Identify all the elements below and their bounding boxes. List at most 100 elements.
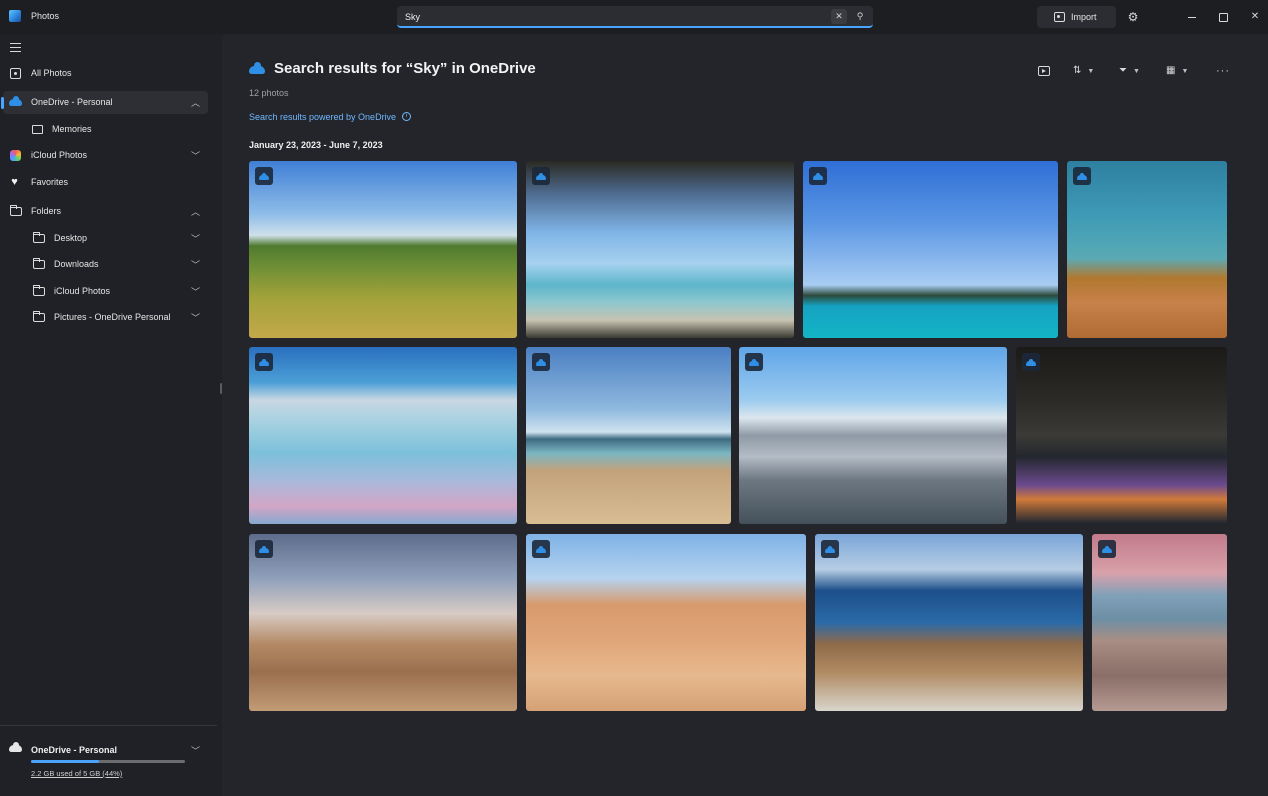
minimize-button[interactable] [1183,8,1201,26]
sidebar-item-desktop[interactable]: Desktop ﹀ [3,227,208,250]
chevron-up-icon[interactable]: ︿ [191,205,200,218]
memories-icon [32,125,43,134]
sidebar-item-memories[interactable]: Memories [3,118,208,141]
sidebar-item-label: iCloud Photos [54,286,111,296]
photo-thumbnail[interactable] [1067,161,1227,338]
photo-thumbnail[interactable] [249,534,517,711]
sidebar-item-onedrive-personal[interactable]: OneDrive - Personal ︿ [1,91,208,114]
sidebar-item-label: Folders [31,206,62,216]
photo-count: 12 photos [249,88,289,98]
photos-logo-icon [9,10,21,22]
sidebar-divider [0,725,217,726]
search-input[interactable] [405,9,805,24]
onedrive-badge-icon [255,167,273,185]
sidebar-item-label: Desktop [54,233,88,243]
sidebar-item-favorites[interactable]: ♥ Favorites [3,171,208,194]
close-icon[interactable]: ✕ [831,9,847,24]
app-title: Photos [31,11,60,21]
chevron-down-icon: ▼ [1087,68,1095,75]
close-window-button[interactable]: ✕ [1246,8,1264,26]
onedrive-badge-icon [532,167,550,185]
onedrive-badge-icon [255,540,273,558]
info-icon[interactable]: i [402,112,411,121]
photo-thumbnail[interactable] [815,534,1083,711]
slideshow-icon[interactable] [1038,66,1050,76]
sidebar-item-pictures-onedrive[interactable]: Pictures - OneDrive Personal ﹀ [3,306,208,329]
photo-thumbnail[interactable] [739,347,1007,524]
storage-account-title[interactable]: OneDrive - Personal [31,745,117,755]
sidebar-item-downloads[interactable]: Downloads ﹀ [3,253,208,276]
sidebar-item-icloud-photos-folder[interactable]: iCloud Photos ﹀ [3,280,208,303]
sidebar-item-folders[interactable]: Folders ︿ [3,200,208,223]
cloud-icon [9,742,22,752]
onedrive-badge-icon [532,540,550,558]
sidebar: All Photos OneDrive - Personal ︿ Memorie… [0,34,217,796]
sidebar-item-label: iCloud Photos [31,150,88,160]
folder-icon [33,258,45,269]
heart-icon: ♥ [11,176,18,188]
folder-icon [10,205,22,216]
sort-icon: ⇅ [1073,65,1082,76]
search-icon[interactable]: ⚲ [852,9,868,24]
onedrive-badge-icon [745,353,763,371]
storage-usage-link[interactable]: 2.2 GB used of 5 GB (44%) [31,769,122,778]
storage-progress-fill [31,760,99,763]
chevron-down-icon[interactable]: ﹀ [191,285,200,298]
import-icon [1054,12,1065,22]
sidebar-item-all-photos[interactable]: All Photos [3,62,208,85]
sidebar-item-label: All Photos [31,68,72,78]
sidebar-item-label: Pictures - OneDrive Personal [54,312,171,322]
folder-icon [33,311,45,322]
hamburger-icon[interactable] [10,43,21,52]
date-range-heading: January 23, 2023 - June 7, 2023 [249,140,383,150]
sidebar-item-label: OneDrive - Personal [31,97,113,107]
sidebar-item-icloud-photos[interactable]: iCloud Photos ﹀ [3,144,208,167]
chevron-down-icon[interactable]: ﹀ [191,149,200,162]
chevron-down-icon[interactable]: ﹀ [191,311,200,324]
chevron-up-icon[interactable]: ︿ [191,96,200,109]
maximize-button[interactable] [1214,8,1232,26]
onedrive-cloud-icon [249,62,265,74]
filter-icon: ⏷ [1119,65,1127,76]
onedrive-badge-icon [821,540,839,558]
chevron-down-icon[interactable]: ﹀ [191,258,200,271]
photo-thumbnail[interactable] [803,161,1058,338]
photo-thumbnail[interactable] [249,347,517,524]
photos-app: Photos ✕ ⚲ Import ⚙ ✕ All Photos OneDriv… [0,0,1268,796]
powered-by-link[interactable]: Search results powered by OneDrive [249,112,396,122]
photo-thumbnail[interactable] [526,161,794,338]
onedrive-badge-icon [1073,167,1091,185]
sidebar-item-label: Favorites [31,177,69,187]
onedrive-badge-icon [532,353,550,371]
onedrive-badge-icon [809,167,827,185]
photos-icon [10,68,21,79]
chevron-down-icon[interactable]: ﹀ [191,232,200,245]
photo-thumbnail[interactable] [1016,347,1227,524]
gear-icon[interactable]: ⚙ [1124,8,1142,26]
folder-icon [33,232,45,243]
import-label: Import [1071,12,1097,22]
chevron-down-icon[interactable]: ﹀ [191,744,200,757]
chevron-down-icon: ▼ [1133,68,1140,75]
photo-thumbnail[interactable] [1092,534,1227,711]
onedrive-badge-icon [255,353,273,371]
sidebar-item-label: Downloads [54,259,99,269]
import-button[interactable]: Import [1037,6,1116,28]
main-content: Search results for “Sky” in OneDrive 12 … [222,34,1268,796]
search-box[interactable]: ✕ ⚲ [397,6,873,28]
page-title: Search results for “Sky” in OneDrive [274,60,536,77]
sort-button[interactable]: ⇅ ▼ [1073,62,1094,80]
folder-icon [33,285,45,296]
filter-button[interactable]: ⏷ ▼ [1119,62,1140,80]
chevron-down-icon: ▼ [1181,68,1189,75]
photo-thumbnail[interactable] [526,534,806,711]
onedrive-badge-icon [1022,353,1040,371]
view-options-icon: ▦ [1166,65,1176,76]
photo-thumbnail[interactable] [249,161,517,338]
more-icon[interactable]: ··· [1216,62,1230,80]
storage-progress-bar [31,760,185,763]
onedrive-cloud-icon [9,96,22,106]
sidebar-item-label: Memories [52,124,92,134]
photo-thumbnail[interactable] [526,347,731,524]
view-options-button[interactable]: ▦ ▼ [1166,62,1188,80]
